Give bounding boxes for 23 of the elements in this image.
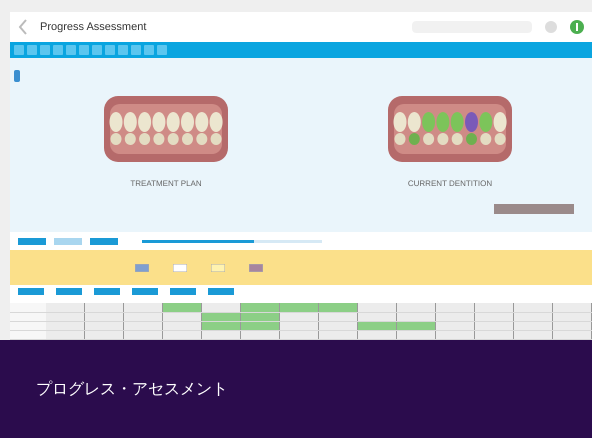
settings-icon[interactable] [544, 20, 558, 34]
view-button[interactable] [90, 238, 118, 244]
legend-swatch [211, 264, 225, 272]
filter-button[interactable] [94, 288, 120, 295]
legend-swatch [173, 264, 187, 272]
filter-button[interactable] [18, 288, 44, 295]
filter-button[interactable] [56, 288, 82, 295]
filter-button[interactable] [170, 288, 196, 295]
caption-text: プログレス・アセスメント [36, 378, 228, 400]
page-title: Progress Assessment [40, 20, 146, 35]
view-button[interactable] [54, 238, 82, 244]
view-label: CURRENT DENTITION [408, 178, 492, 190]
status-icon[interactable] [570, 20, 584, 34]
back-icon[interactable] [18, 19, 28, 35]
overlay-button[interactable] [494, 204, 574, 214]
filter-button[interactable] [208, 288, 234, 295]
legend-swatch [249, 264, 263, 272]
view-label: TREATMENT PLAN [130, 178, 202, 190]
filter-button[interactable] [132, 288, 158, 295]
tooth-icon[interactable] [14, 70, 20, 82]
slider-fill[interactable] [142, 240, 254, 242]
legend-swatch [135, 264, 149, 272]
view-button[interactable] [18, 238, 46, 244]
